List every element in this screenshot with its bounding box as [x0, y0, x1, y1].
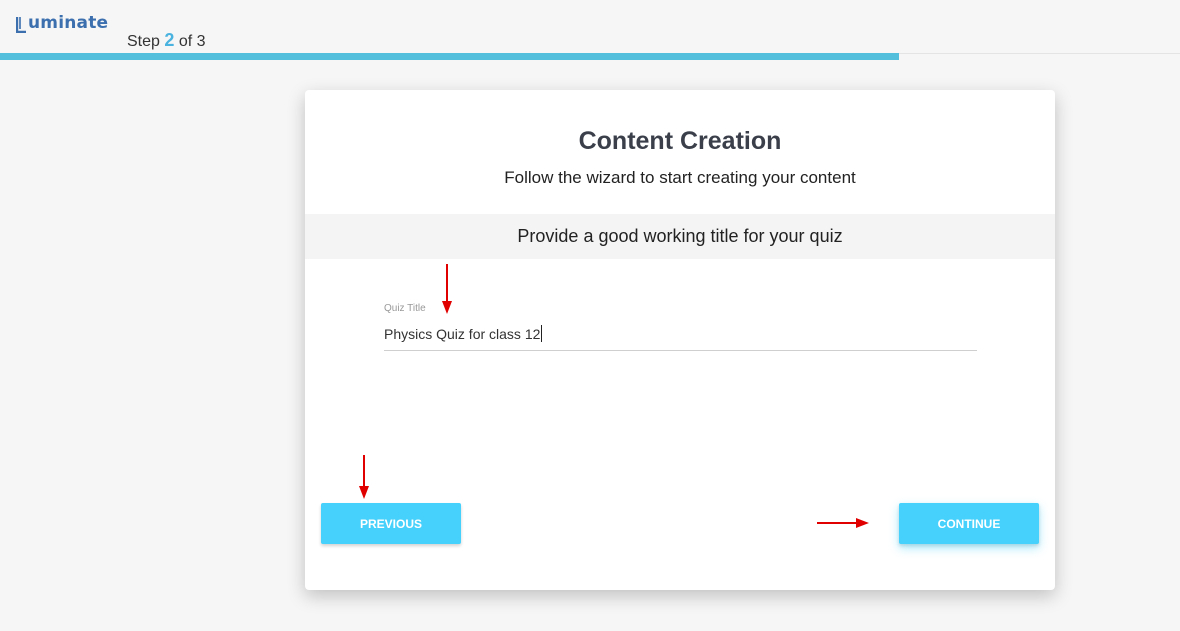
step-suffix: of 3: [178, 33, 206, 50]
luminate-logo[interactable]: uminate: [16, 13, 108, 33]
continue-button[interactable]: CONTINUE: [899, 503, 1039, 544]
text-caret: [541, 325, 543, 342]
step-prompt: Provide a good working title for your qu…: [305, 214, 1055, 259]
logo-mark-icon: [16, 17, 26, 33]
card-subtitle: Follow the wizard to start creating your…: [504, 168, 856, 187]
quiz-title-label: Quiz Title: [384, 303, 426, 314]
step-indicator: Step 2 of 3: [127, 30, 206, 51]
step-current: 2: [164, 30, 175, 50]
quiz-title-input[interactable]: [384, 323, 977, 345]
wizard-progress-bar: [0, 53, 900, 60]
content-creation-card: Content Creation Follow the wizard to st…: [305, 90, 1055, 590]
step-prefix: Step: [127, 33, 160, 50]
step-prompt-text: Provide a good working title for your qu…: [517, 226, 843, 246]
quiz-title-field: Quiz Title: [384, 303, 977, 351]
logo-text: uminate: [28, 13, 109, 33]
card-title: Content Creation: [578, 127, 782, 155]
previous-button[interactable]: PREVIOUS: [321, 503, 461, 544]
top-bar: uminate Step 2 of 3: [0, 0, 1180, 54]
